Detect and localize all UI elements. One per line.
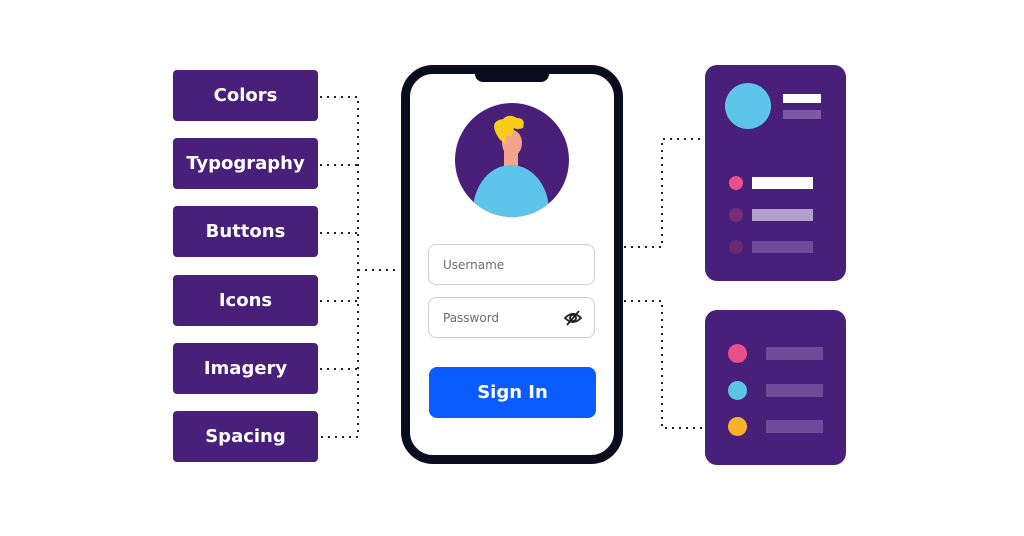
list-bar [752, 177, 813, 189]
title-bar [783, 94, 821, 103]
eye-slash-icon[interactable] [564, 310, 582, 326]
category-typography: Typography [173, 138, 318, 189]
category-spacing: Spacing [173, 411, 318, 462]
username-placeholder: Username [443, 257, 505, 272]
subtitle-bar [783, 110, 821, 119]
category-colors: Colors [173, 70, 318, 121]
category-icons: Icons [173, 275, 318, 326]
swatch-bar [766, 347, 823, 360]
password-placeholder: Password [443, 310, 500, 325]
connector-left-spine [320, 96, 359, 438]
list-dot [729, 240, 743, 254]
pink-swatch [728, 344, 747, 363]
avatar [455, 103, 569, 217]
sign-in-button[interactable]: Sign In [429, 367, 596, 418]
swatch-bar [766, 384, 823, 397]
phone-notch [475, 65, 549, 82]
cyan-swatch [728, 381, 747, 400]
profile-card [705, 65, 846, 281]
profile-circle [725, 83, 771, 129]
list-bar [752, 209, 813, 221]
swatch-bar [766, 420, 823, 433]
connector-left-branches [320, 164, 358, 370]
password-input[interactable]: Password [428, 297, 595, 338]
list-dot [729, 176, 743, 190]
category-imagery: Imagery [173, 343, 318, 394]
connector-right-bottom [624, 300, 705, 429]
color-palette-card [705, 310, 846, 465]
list-dot [729, 208, 743, 222]
orange-swatch [728, 417, 747, 436]
category-buttons: Buttons [173, 206, 318, 257]
list-bar [752, 241, 813, 253]
connector-right-top [624, 138, 705, 248]
username-input[interactable]: Username [428, 244, 595, 285]
